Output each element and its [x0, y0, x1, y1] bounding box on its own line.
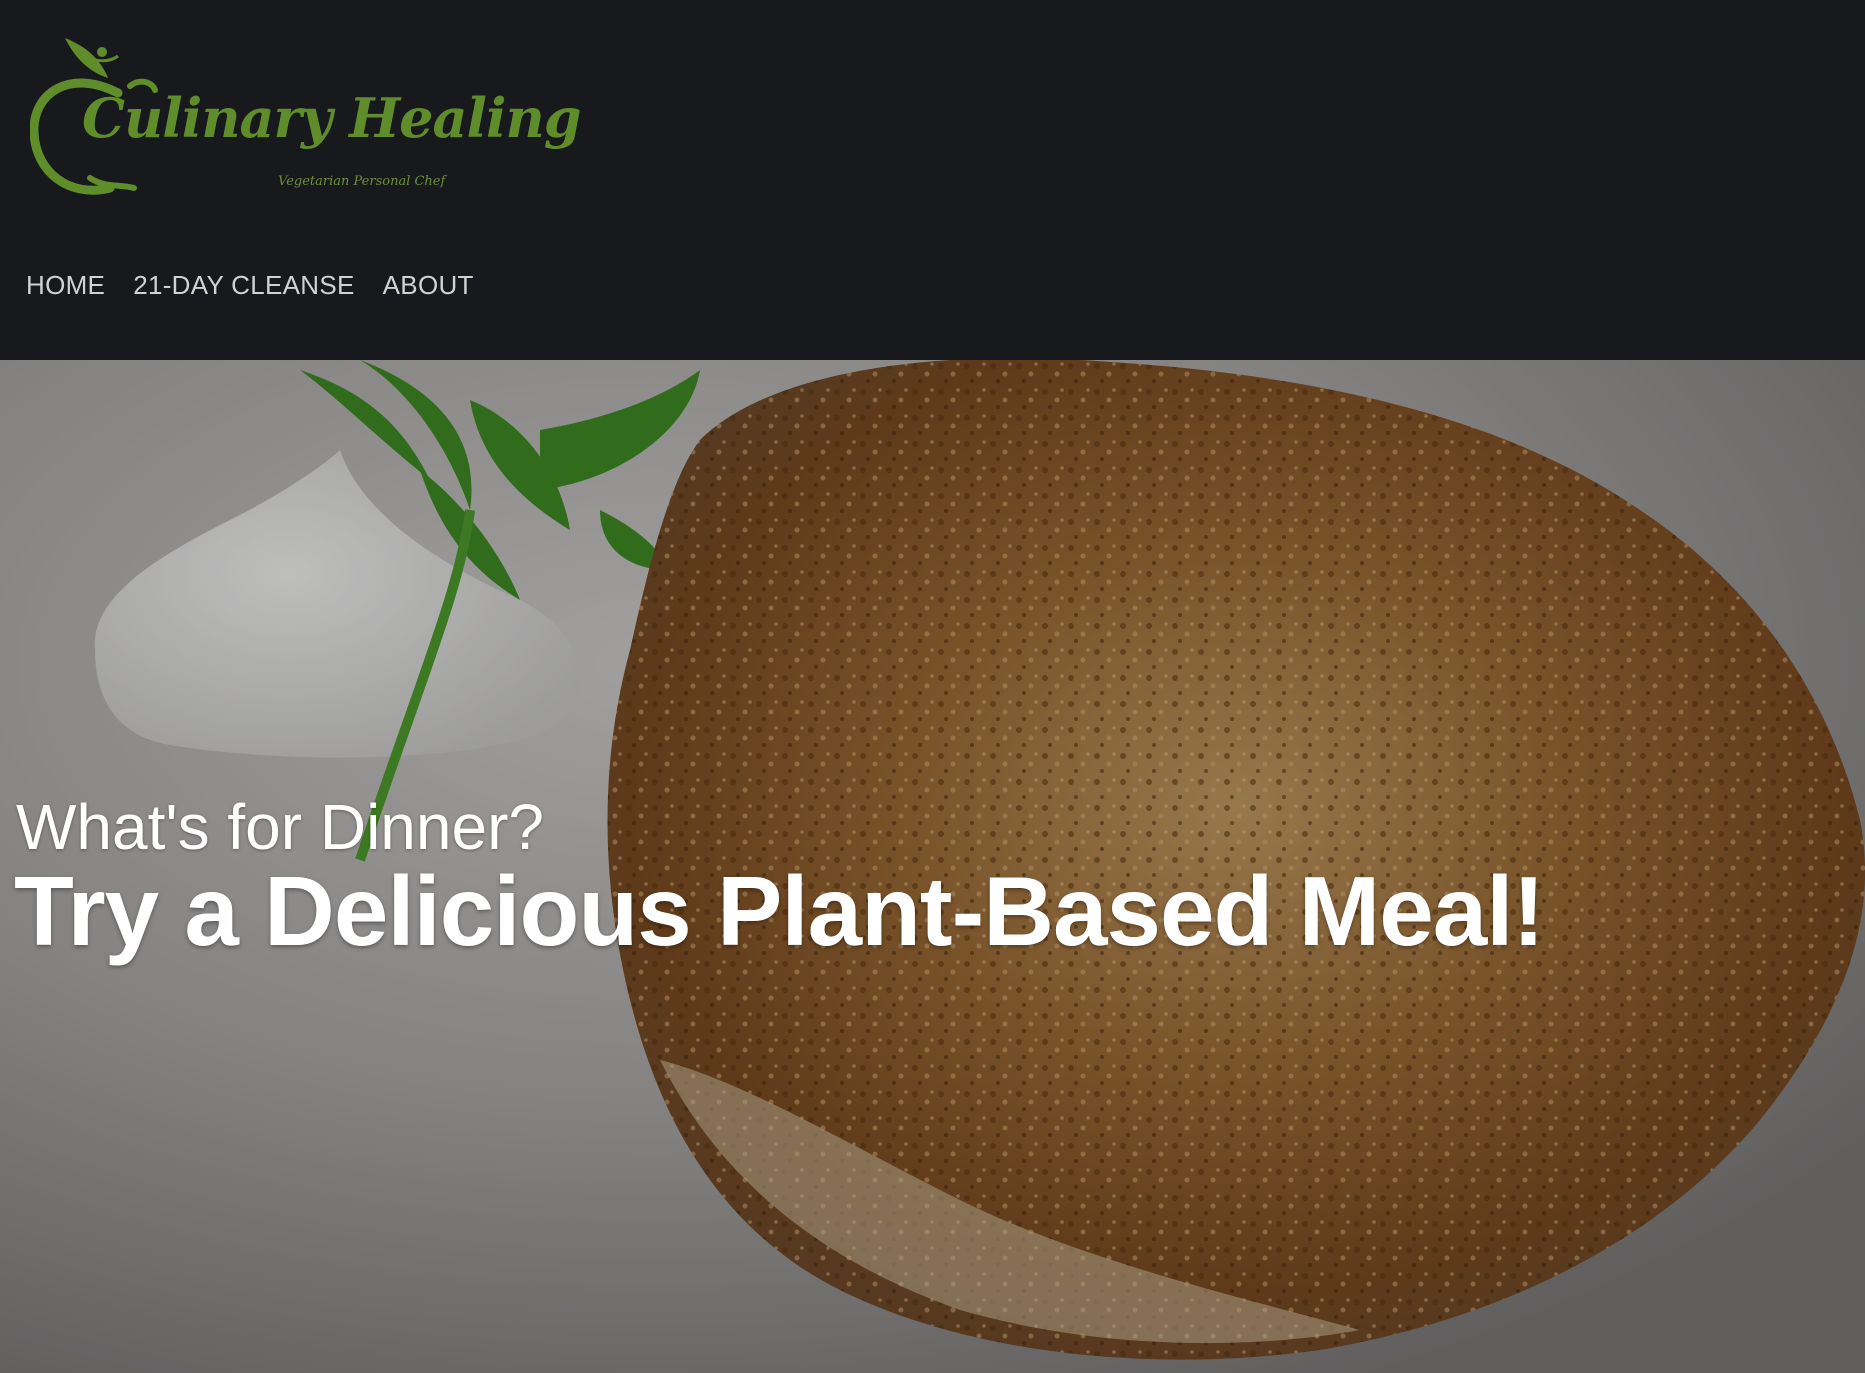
page: Culinary Healing Vegetarian Personal Che… [0, 0, 1865, 1373]
hero-subtitle: What's for Dinner? [16, 791, 544, 863]
hero-banner: What's for Dinner? Try a Delicious Plant… [0, 360, 1865, 1373]
nav-item-home[interactable]: HOME [26, 270, 105, 301]
nav-item-about[interactable]: ABOUT [383, 270, 474, 301]
nav-item-21-day-cleanse[interactable]: 21-DAY CLEANSE [133, 270, 354, 301]
site-logo[interactable]: Culinary Healing Vegetarian Personal Che… [30, 38, 582, 203]
hero-title: Try a Delicious Plant-Based Meal! [14, 856, 1545, 966]
site-header: Culinary Healing Vegetarian Personal Che… [0, 0, 1865, 360]
logo-tagline: Vegetarian Personal Chef [278, 174, 446, 189]
logo-title: Culinary Healing [82, 86, 582, 150]
main-nav: HOME 21-DAY CLEANSE ABOUT [26, 270, 474, 301]
